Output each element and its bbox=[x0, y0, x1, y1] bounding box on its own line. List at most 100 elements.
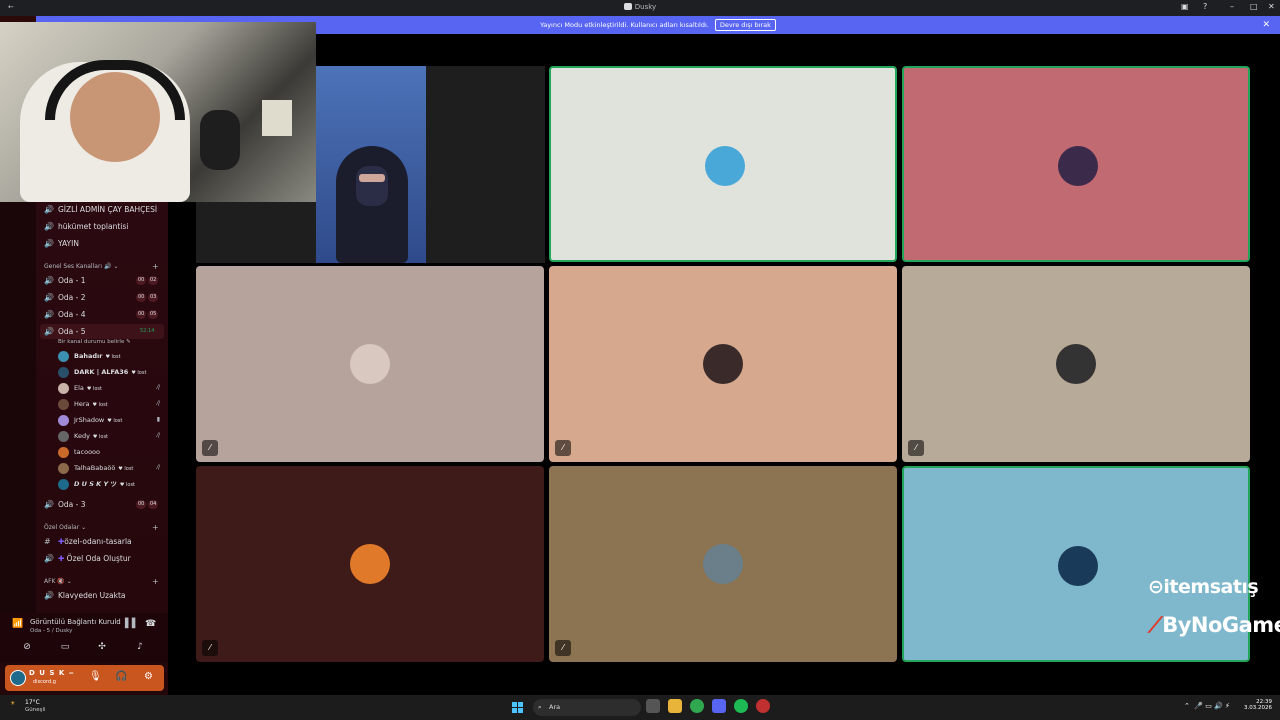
inbox-icon[interactable]: ▣ bbox=[1181, 2, 1189, 11]
video-tile-camera-hooded[interactable] bbox=[316, 66, 426, 263]
channel-oda-5[interactable]: 🔊 Oda - 5 52:14 bbox=[40, 324, 164, 339]
voice-channel-path[interactable]: Oda - 5 / Dusky bbox=[30, 628, 72, 634]
windows-start-icon[interactable] bbox=[512, 702, 523, 713]
voice-member[interactable]: tacoooo bbox=[58, 445, 162, 459]
banner-close-icon[interactable]: ✕ bbox=[1262, 16, 1270, 34]
member-tag: ♥ lost bbox=[86, 386, 102, 392]
channel-oda-4[interactable]: 🔊 Oda - 4 00 05 bbox=[40, 307, 164, 322]
channel-oda-1[interactable]: 🔊 Oda - 1 00 02 bbox=[40, 273, 164, 288]
member-name: JrShadow bbox=[74, 416, 105, 424]
streamer-webcam-overlay bbox=[0, 22, 316, 202]
mic-muted-icon: ⁄/ bbox=[156, 432, 160, 439]
voice-member[interactable]: 𝘿 𝙐 𝙎 𝙆 𝙔 ツ ♥ lost bbox=[58, 477, 162, 491]
signal-icon[interactable]: 📶 bbox=[12, 619, 23, 629]
user-avatar[interactable] bbox=[10, 670, 26, 686]
weather-widget[interactable]: ☀ 17°C Güneşli bbox=[10, 699, 46, 713]
disable-streamer-mode-button[interactable]: Devre dışı bırak bbox=[714, 19, 776, 31]
activities-icon[interactable]: ✣ bbox=[93, 642, 111, 658]
category-general[interactable]: Genel Ses Kanalları 🔊 ⌄ + bbox=[44, 262, 159, 271]
video-tile[interactable]: ⁄ bbox=[196, 266, 544, 462]
video-tile[interactable]: ⁄ bbox=[196, 466, 544, 662]
video-tile-empty[interactable] bbox=[196, 200, 316, 263]
screen-share-icon[interactable]: ▭ bbox=[56, 642, 74, 658]
member-tag-text: lost bbox=[137, 370, 147, 376]
channel-gizli-admin[interactable]: 🔊 GİZLİ ADMİN ÇAY BAHÇESİ bbox=[40, 202, 164, 217]
channel-klavyeden-uzakta[interactable]: 🔊 Klavyeden Uzakta bbox=[40, 588, 164, 603]
soundboard-icon[interactable]: ♪ bbox=[131, 642, 149, 658]
title-bar: ← Dusky ▣ ? – □ ✕ bbox=[0, 0, 1280, 16]
category-label: Genel Ses Kanalları bbox=[44, 263, 103, 270]
voice-member[interactable]: Bahadır ♥ lost bbox=[58, 349, 162, 363]
channel-hukumet[interactable]: 🔊 hükümet toplantisi bbox=[40, 219, 164, 234]
clock[interactable]: 22:39 3.03.2026 bbox=[1244, 699, 1272, 711]
file-explorer-icon[interactable] bbox=[668, 699, 682, 713]
microphone-icon[interactable]: 🎙 bbox=[89, 671, 102, 682]
weather-condition: Güneşli bbox=[25, 707, 46, 713]
window-title-text: Dusky bbox=[634, 3, 657, 11]
voice-member[interactable]: Kedy ♥ lost ⁄/ bbox=[58, 429, 162, 443]
camera-off-icon[interactable]: ⊘ bbox=[18, 642, 36, 658]
member-tag: ♥ lost bbox=[131, 370, 147, 376]
noise-suppression-icon[interactable]: ▌▌ bbox=[125, 619, 139, 629]
video-tile[interactable] bbox=[549, 66, 897, 262]
add-channel-icon[interactable]: + bbox=[152, 577, 159, 586]
voice-status-title[interactable]: Görüntülü Bağlantı Kuruld bbox=[30, 618, 121, 626]
channel-label: özel-odanı-tasarla bbox=[64, 537, 132, 546]
add-channel-icon[interactable]: + bbox=[152, 262, 159, 271]
settings-gear-icon[interactable]: ⚙ bbox=[144, 671, 153, 682]
app-icon[interactable] bbox=[756, 699, 770, 713]
taskbar-search[interactable]: ⌕ Ara bbox=[533, 699, 641, 716]
user-count-badge: 00 bbox=[136, 310, 147, 319]
channel-status[interactable]: Bir kanal durumu belirle ✎ bbox=[58, 339, 131, 345]
user-count-badge: 00 bbox=[136, 276, 147, 285]
member-tag: ♥ lost bbox=[92, 402, 108, 408]
maximize-button[interactable]: □ bbox=[1250, 2, 1258, 11]
video-tile[interactable]: ⁄ bbox=[549, 266, 897, 462]
system-tray[interactable]: ⌃ 🎤 ▭ 🔊 ⚡ bbox=[1184, 702, 1230, 710]
disconnect-icon[interactable]: ☎ bbox=[145, 619, 156, 629]
member-name: Ela bbox=[74, 384, 84, 392]
channel-ozel-odani-tasarla[interactable]: # ✚özel-odanı-tasarla bbox=[40, 534, 164, 549]
chrome-icon[interactable] bbox=[690, 699, 704, 713]
channel-ozel-oda-olustur[interactable]: 🔊 ✚ Özel Oda Oluştur bbox=[40, 551, 164, 566]
speaker-icon: 🔊 bbox=[44, 327, 54, 336]
channel-label: Oda - 3 bbox=[58, 500, 86, 509]
close-window-button[interactable]: ✕ bbox=[1268, 2, 1275, 11]
username[interactable]: D U S K ‒ bbox=[29, 669, 75, 677]
channel-oda-2[interactable]: 🔊 Oda - 2 00 03 bbox=[40, 290, 164, 305]
minimize-button[interactable]: – bbox=[1230, 2, 1234, 11]
member-tag-text: lost bbox=[126, 482, 136, 488]
category-afk[interactable]: AFK 🔇 ⌄ + bbox=[44, 577, 159, 586]
member-tag-text: lost bbox=[99, 434, 109, 440]
voice-member[interactable]: Hera ♥ lost ⁄/ bbox=[58, 397, 162, 411]
add-channel-icon[interactable]: + bbox=[152, 523, 159, 532]
channel-yayin[interactable]: 🔊 YAYIN bbox=[40, 236, 164, 251]
video-tile-dark[interactable] bbox=[426, 66, 545, 263]
category-private[interactable]: Özel Odalar ⌄ + bbox=[44, 523, 159, 532]
headphones-icon[interactable]: 🎧 bbox=[115, 671, 127, 682]
bynogame-mark-icon: ⟋ bbox=[1148, 613, 1163, 637]
speaker-icon: 🔊 bbox=[44, 500, 54, 509]
hash-icon: # bbox=[44, 537, 51, 546]
voice-member[interactable]: JrShadow ♥ lost ▮ bbox=[58, 413, 162, 427]
participant-avatar bbox=[703, 544, 743, 584]
discord-taskbar-icon[interactable] bbox=[712, 699, 726, 713]
category-label: Özel Odalar bbox=[44, 524, 80, 531]
avatar bbox=[58, 479, 69, 490]
user-limit-badge: 04 bbox=[148, 500, 159, 509]
voice-member[interactable]: Ela ♥ lost ⁄/ bbox=[58, 381, 162, 395]
video-tile[interactable] bbox=[902, 66, 1250, 262]
video-tile[interactable]: ⁄ bbox=[902, 266, 1250, 462]
help-icon[interactable]: ? bbox=[1203, 2, 1207, 11]
task-view-icon[interactable] bbox=[646, 699, 660, 713]
channel-oda-3[interactable]: 🔊 Oda - 3 00 04 bbox=[40, 497, 164, 512]
member-tag-text: lost bbox=[113, 418, 123, 424]
spotify-icon[interactable] bbox=[734, 699, 748, 713]
mic-muted-icon: ⁄/ bbox=[156, 400, 160, 407]
voice-member[interactable]: DARK | ALFA36 ♥ lost bbox=[58, 365, 162, 379]
voice-member[interactable]: TalhaBabaöö ♥ lost ⁄/ bbox=[58, 461, 162, 475]
channel-label: Özel Oda Oluştur bbox=[66, 554, 131, 563]
user-limit-badge: 05 bbox=[148, 310, 159, 319]
video-tile[interactable]: ⁄ bbox=[549, 466, 897, 662]
search-placeholder: Ara bbox=[549, 703, 561, 711]
